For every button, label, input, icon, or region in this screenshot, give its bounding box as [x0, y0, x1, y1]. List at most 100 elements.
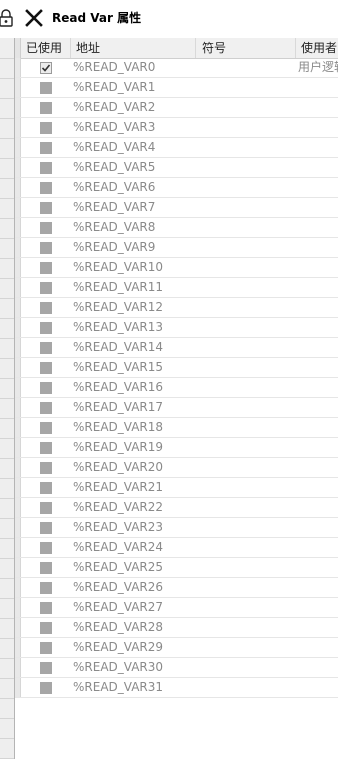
row-header[interactable] — [15, 318, 21, 337]
table-row[interactable]: %READ_VAR14 — [15, 338, 338, 358]
table-row[interactable]: %READ_VAR9 — [15, 238, 338, 258]
row-header[interactable] — [15, 238, 21, 257]
table-row[interactable]: %READ_VAR22 — [15, 498, 338, 518]
table-row[interactable]: %READ_VAR25 — [15, 558, 338, 578]
used-checkbox[interactable] — [40, 542, 52, 554]
table-row[interactable]: %READ_VAR3 — [15, 118, 338, 138]
column-header-address[interactable]: 地址 — [71, 38, 196, 58]
table-row[interactable]: %READ_VAR29 — [15, 638, 338, 658]
row-header[interactable] — [15, 298, 21, 317]
used-checkbox[interactable] — [40, 682, 52, 694]
table-row[interactable]: %READ_VAR28 — [15, 618, 338, 638]
table-row[interactable]: %READ_VAR16 — [15, 378, 338, 398]
used-checkbox[interactable] — [40, 262, 52, 274]
column-header-used[interactable]: 已使用 — [21, 38, 71, 58]
table-row[interactable]: %READ_VAR21 — [15, 478, 338, 498]
used-checkbox[interactable] — [40, 402, 52, 414]
row-header[interactable] — [15, 538, 21, 557]
used-checkbox[interactable] — [40, 662, 52, 674]
row-header[interactable] — [15, 98, 21, 117]
row-header[interactable] — [15, 458, 21, 477]
row-header[interactable] — [15, 618, 21, 637]
table-row[interactable]: %READ_VAR26 — [15, 578, 338, 598]
table-row[interactable]: %READ_VAR23 — [15, 518, 338, 538]
row-header[interactable] — [15, 198, 21, 217]
table-row[interactable]: %READ_VAR30 — [15, 658, 338, 678]
table-row[interactable]: %READ_VAR24 — [15, 538, 338, 558]
table-row[interactable]: %READ_VAR18 — [15, 418, 338, 438]
used-checkbox[interactable] — [40, 222, 52, 234]
row-header[interactable] — [15, 378, 21, 397]
table-row[interactable]: %READ_VAR11 — [15, 278, 338, 298]
used-checkbox[interactable] — [40, 202, 52, 214]
row-header[interactable] — [15, 518, 21, 537]
table-row[interactable]: %READ_VAR12 — [15, 298, 338, 318]
used-checkbox[interactable] — [40, 582, 52, 594]
table-row[interactable]: %READ_VAR0 用户逻辑 — [15, 58, 338, 78]
table-row[interactable]: %READ_VAR2 — [15, 98, 338, 118]
table-row[interactable]: %READ_VAR5 — [15, 158, 338, 178]
used-checkbox[interactable] — [40, 142, 52, 154]
used-checkbox[interactable] — [40, 562, 52, 574]
used-checkbox[interactable] — [40, 122, 52, 134]
table-row[interactable]: %READ_VAR19 — [15, 438, 338, 458]
row-header[interactable] — [15, 638, 21, 657]
used-checkbox[interactable] — [40, 322, 52, 334]
table-row[interactable]: %READ_VAR7 — [15, 198, 338, 218]
row-header[interactable] — [15, 558, 21, 577]
close-icon[interactable] — [25, 9, 43, 27]
used-checkbox[interactable] — [40, 302, 52, 314]
row-header[interactable] — [15, 398, 21, 417]
table-row[interactable]: %READ_VAR31 — [15, 678, 338, 698]
table-row[interactable]: %READ_VAR27 — [15, 598, 338, 618]
row-header[interactable] — [15, 178, 21, 197]
used-checkbox[interactable] — [40, 382, 52, 394]
used-checkbox[interactable] — [40, 422, 52, 434]
row-header[interactable] — [15, 418, 21, 437]
lock-icon[interactable] — [0, 9, 14, 27]
row-header[interactable] — [15, 358, 21, 377]
column-header-symbol[interactable]: 符号 — [196, 38, 296, 58]
used-checkbox[interactable] — [40, 242, 52, 254]
row-header[interactable] — [15, 278, 21, 297]
used-checkbox[interactable] — [40, 602, 52, 614]
table-row[interactable]: %READ_VAR6 — [15, 178, 338, 198]
used-checkbox[interactable] — [40, 442, 52, 454]
row-header[interactable] — [15, 658, 21, 677]
row-header[interactable] — [15, 78, 21, 97]
used-checkbox[interactable] — [40, 622, 52, 634]
used-checkbox[interactable] — [40, 282, 52, 294]
row-header[interactable] — [15, 138, 21, 157]
row-header[interactable] — [15, 498, 21, 517]
used-checkbox[interactable] — [40, 462, 52, 474]
used-checkbox[interactable] — [40, 342, 52, 354]
row-header[interactable] — [15, 578, 21, 597]
used-checkbox[interactable] — [40, 62, 52, 74]
row-header[interactable] — [15, 438, 21, 457]
table-row[interactable]: %READ_VAR15 — [15, 358, 338, 378]
table-row[interactable]: %READ_VAR13 — [15, 318, 338, 338]
used-checkbox[interactable] — [40, 642, 52, 654]
row-header[interactable] — [15, 678, 21, 697]
row-header[interactable] — [15, 258, 21, 277]
table-row[interactable]: %READ_VAR17 — [15, 398, 338, 418]
used-checkbox[interactable] — [40, 522, 52, 534]
row-header[interactable] — [15, 118, 21, 137]
row-header[interactable] — [15, 158, 21, 177]
row-header[interactable] — [15, 218, 21, 237]
table-row[interactable]: %READ_VAR4 — [15, 138, 338, 158]
row-header[interactable] — [15, 338, 21, 357]
row-header[interactable] — [15, 58, 21, 77]
used-checkbox[interactable] — [40, 182, 52, 194]
row-header[interactable] — [15, 478, 21, 497]
column-header-user[interactable]: 使用者 — [296, 38, 338, 58]
table-row[interactable]: %READ_VAR1 — [15, 78, 338, 98]
used-checkbox[interactable] — [40, 502, 52, 514]
used-checkbox[interactable] — [40, 362, 52, 374]
row-header[interactable] — [15, 598, 21, 617]
used-checkbox[interactable] — [40, 162, 52, 174]
table-row[interactable]: %READ_VAR20 — [15, 458, 338, 478]
used-checkbox[interactable] — [40, 102, 52, 114]
used-checkbox[interactable] — [40, 82, 52, 94]
table-row[interactable]: %READ_VAR10 — [15, 258, 338, 278]
